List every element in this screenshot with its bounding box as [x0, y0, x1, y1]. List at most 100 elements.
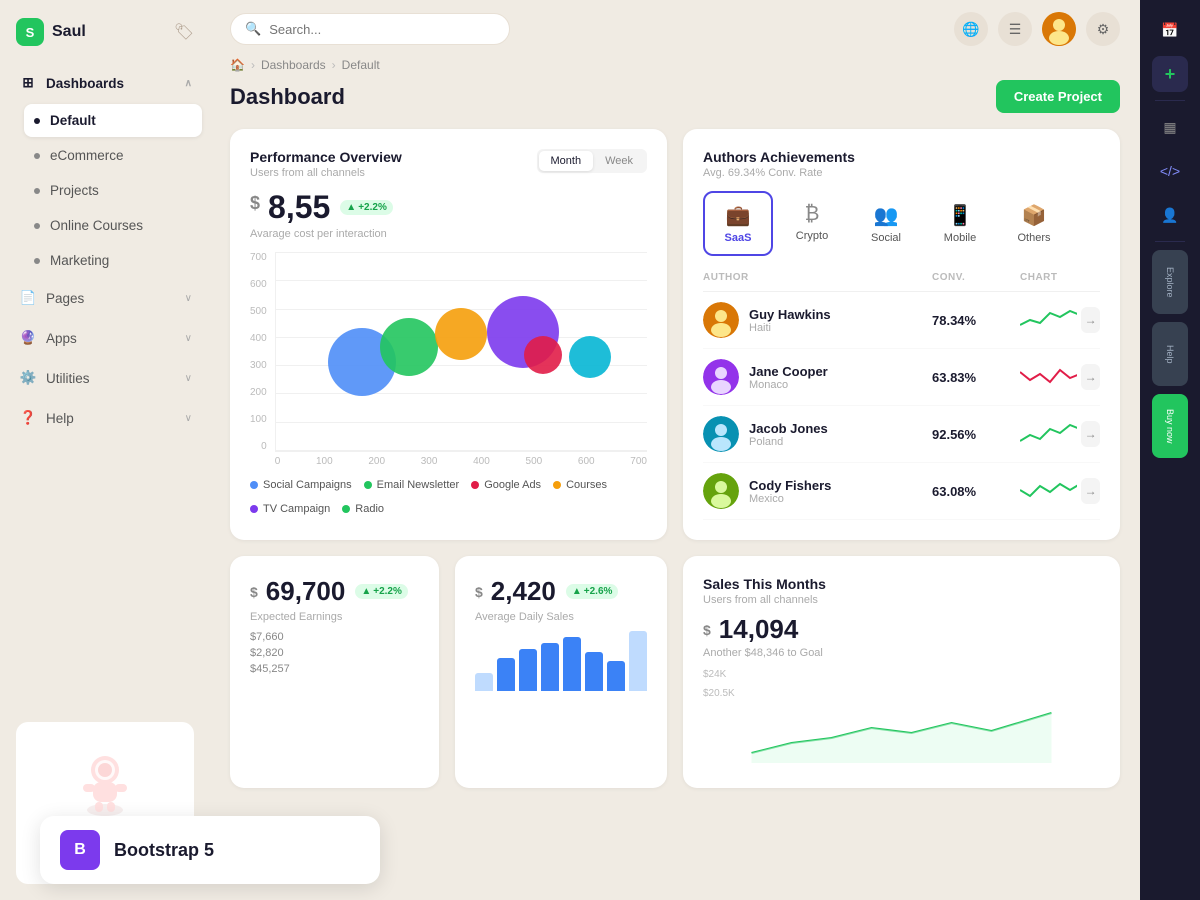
sidebar-item-default[interactable]: Default: [24, 104, 202, 137]
avatar-jane: [703, 359, 739, 395]
legend-dot-radio: [342, 505, 350, 513]
legend-dot-email: [364, 481, 372, 489]
view-btn-jacob[interactable]: →: [1081, 421, 1100, 447]
legend-label-tv: TV Campaign: [263, 503, 330, 515]
earnings-line3: $45,257: [250, 663, 419, 675]
author-location-cody: Mexico: [749, 493, 831, 505]
search-box[interactable]: 🔍: [230, 13, 510, 45]
legend-courses: Courses: [553, 479, 607, 491]
chart-jacob: [1020, 419, 1077, 449]
view-btn-cody[interactable]: →: [1081, 478, 1100, 504]
tab-saas[interactable]: 💼 SaaS: [703, 191, 773, 256]
page-title-text: Dashboard: [230, 84, 345, 110]
bar-7: [607, 661, 625, 691]
sales-months-title: Sales This Months: [703, 576, 1100, 592]
app-name: Saul: [52, 23, 86, 41]
view-btn-jane[interactable]: →: [1081, 364, 1100, 390]
nav-dot-marketing: [34, 258, 40, 264]
view-btn-guy[interactable]: →: [1081, 307, 1100, 333]
sidebar-label-apps: Apps: [46, 331, 77, 346]
author-info-jacob: Jacob Jones Poland: [703, 416, 924, 452]
nav-dot-projects: [34, 188, 40, 194]
daily-bar-chart: [475, 631, 647, 691]
author-location-guy: Haiti: [749, 322, 831, 334]
chevron-icon: ∧: [185, 78, 192, 89]
sidebar-item-apps[interactable]: 🔮 Apps ∨: [8, 319, 202, 357]
sidebar-item-utilities[interactable]: ⚙️ Utilities ∨: [8, 359, 202, 397]
user-avatar[interactable]: [1042, 12, 1076, 46]
tab-crypto[interactable]: ₿ Crypto: [777, 191, 847, 256]
avatar-jacob: [703, 416, 739, 452]
breadcrumb: 🏠 › Dashboards › Default: [230, 58, 1120, 72]
sidebar-item-help[interactable]: ❓ Help ∨: [8, 399, 202, 437]
breadcrumb-dashboards[interactable]: Dashboards: [261, 58, 326, 72]
tab-social[interactable]: 👥 Social: [851, 191, 921, 256]
daily-sales-value: $ 2,420: [475, 576, 556, 607]
sales-months-card: Sales This Months Users from all channel…: [683, 556, 1120, 788]
tab-mobile[interactable]: 📱 Mobile: [925, 191, 995, 256]
topbar: 🔍 🌐 ☰ ⚙: [210, 0, 1140, 58]
sales-months-subtitle: Users from all channels: [703, 594, 1100, 606]
utilities-chevron-icon: ∨: [185, 373, 192, 384]
performance-subtitle: Users from all channels: [250, 167, 402, 179]
sidebar-pin-icon[interactable]: 🏷: [174, 22, 194, 42]
rp-plus-icon[interactable]: +: [1152, 56, 1188, 92]
daily-arrow: ▲: [572, 586, 582, 597]
month-toggle-button[interactable]: Month: [539, 151, 594, 171]
performance-overview-card: Performance Overview Users from all chan…: [230, 129, 667, 540]
sidebar-item-projects[interactable]: Projects: [24, 174, 202, 207]
buy-label: Buy now: [1165, 409, 1175, 444]
legend-social: Social Campaigns: [250, 479, 352, 491]
y-label-20k: $20.5K: [703, 688, 1100, 699]
legend-google: Google Ads: [471, 479, 541, 491]
notification-icon[interactable]: 🌐: [954, 12, 988, 46]
y-0: 0: [250, 441, 267, 452]
apps-chevron-icon: ∨: [185, 333, 192, 344]
buy-now-button[interactable]: Buy now: [1152, 394, 1188, 458]
astronaut-illustration: [32, 738, 178, 818]
y-200: 200: [250, 387, 267, 398]
sidebar: S Saul 🏷 ⊞ Dashboards ∧ Default: [0, 0, 210, 900]
tab-others[interactable]: 📦 Others: [999, 191, 1069, 256]
rp-code-icon[interactable]: </>: [1152, 153, 1188, 189]
bar-5: [563, 637, 581, 691]
bootstrap-text: Bootstrap 5: [114, 840, 214, 861]
help-button[interactable]: Help: [1152, 322, 1188, 386]
main-content: 🔍 🌐 ☰ ⚙ 🏠 › Dashboards › Default: [210, 0, 1140, 900]
others-tab-label: Others: [1017, 232, 1050, 244]
help-label: Help: [1165, 345, 1175, 364]
arrow-up-icon: ▲: [346, 202, 356, 213]
week-toggle-button[interactable]: Week: [593, 151, 645, 171]
authors-table-header: AUTHOR CONV. CHART: [703, 268, 1100, 292]
daily-currency: $: [475, 584, 483, 600]
sidebar-item-pages[interactable]: 📄 Pages ∨: [8, 279, 202, 317]
bubble-courses: [524, 336, 562, 374]
earnings-value: $ 69,700: [250, 576, 345, 607]
rp-user-icon[interactable]: 👤: [1152, 197, 1188, 233]
chart-jane: [1020, 362, 1077, 392]
sidebar-item-online-courses[interactable]: Online Courses: [24, 209, 202, 242]
earnings-card: $ 69,700 ▲ +2.2% Expected Earnings $7,66…: [230, 556, 439, 788]
earnings-line2: $2,820: [250, 647, 419, 659]
sidebar-item-marketing[interactable]: Marketing: [24, 244, 202, 277]
explore-button[interactable]: Explore: [1152, 250, 1188, 314]
y-400: 400: [250, 333, 267, 344]
nav-dot-online-courses: [34, 223, 40, 229]
conv-jacob: 92.56%: [932, 427, 1012, 442]
y-700: 700: [250, 252, 267, 263]
menu-icon[interactable]: ☰: [998, 12, 1032, 46]
author-row-cody: Cody Fishers Mexico 63.08% →: [703, 463, 1100, 520]
create-project-button[interactable]: Create Project: [996, 80, 1120, 113]
others-tab-icon: 📦: [1022, 203, 1047, 228]
bar-3: [519, 649, 537, 691]
sidebar-item-dashboards[interactable]: ⊞ Dashboards ∧: [8, 64, 202, 102]
rp-grid-icon[interactable]: ▦: [1152, 109, 1188, 145]
search-input[interactable]: [269, 22, 495, 37]
avatar-cody: [703, 473, 739, 509]
legend-email: Email Newsletter: [364, 479, 460, 491]
rp-calendar-icon[interactable]: 📅: [1152, 12, 1188, 48]
sidebar-item-ecommerce[interactable]: eCommerce: [24, 139, 202, 172]
metric-number: 8,55: [268, 189, 330, 226]
settings-icon[interactable]: ⚙: [1086, 12, 1120, 46]
performance-badge: ▲ +2.2%: [340, 200, 393, 215]
